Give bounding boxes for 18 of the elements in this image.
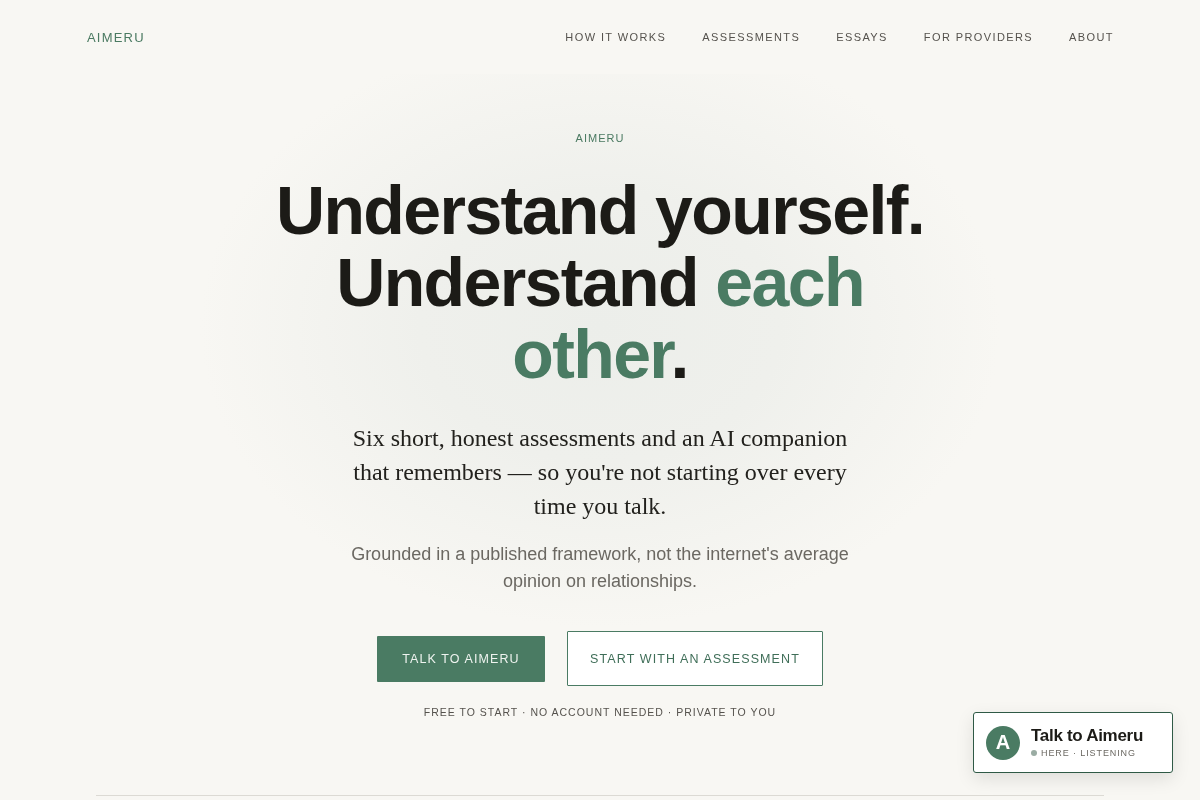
headline: Understand yourself. Understand each other. bbox=[274, 174, 926, 390]
nav-link[interactable]: HOW IT WORKS bbox=[565, 31, 667, 43]
widget-title: Talk to Aimeru bbox=[1031, 726, 1143, 746]
nav-link[interactable]: ESSAYS bbox=[836, 31, 888, 43]
subtext-paragraph: Grounded in a published framework, not the internet's average opinion on relationships. bbox=[350, 543, 850, 593]
eyebrow-label: AIMERU bbox=[575, 131, 625, 146]
nav-link[interactable]: ASSESSMENTS bbox=[702, 31, 801, 43]
chat-widget[interactable]: A Talk to Aimeru HERE · LISTENING bbox=[973, 712, 1173, 773]
nav-link[interactable]: FOR PROVIDERS bbox=[923, 31, 1034, 43]
status-dot-icon bbox=[1031, 750, 1037, 756]
primary-button[interactable]: TALK TO AIMERU bbox=[377, 635, 545, 682]
avatar-icon: A bbox=[986, 725, 1020, 760]
logo-link[interactable]: AIMERU bbox=[87, 29, 145, 45]
lead-paragraph: Six short, honest assessments and an AI companion that remembers — so you're not starting over every time you talk. bbox=[351, 424, 849, 521]
secondary-button[interactable]: START WITH AN ASSESSMENT bbox=[567, 631, 823, 686]
fine-print: FREE TO START · NO ACCOUNT NEEDED · PRIVATE TO YOU bbox=[423, 705, 777, 720]
nav-link[interactable]: ABOUT bbox=[1069, 31, 1114, 43]
widget-status: HERE · LISTENING bbox=[1041, 747, 1136, 759]
